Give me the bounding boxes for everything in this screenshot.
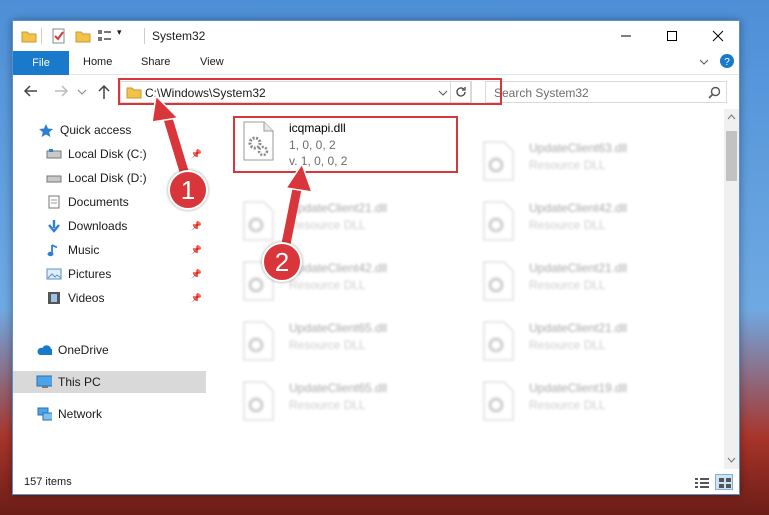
callout-badge-2: 2	[262, 242, 302, 282]
callout-badge-1: 1	[168, 170, 208, 210]
arrow-2-head	[284, 162, 314, 193]
arrow-1-head	[151, 94, 180, 123]
arrow-1-shaft	[161, 107, 191, 183]
arrow-2-shaft	[281, 179, 303, 249]
annotation-arrows	[151, 94, 314, 249]
